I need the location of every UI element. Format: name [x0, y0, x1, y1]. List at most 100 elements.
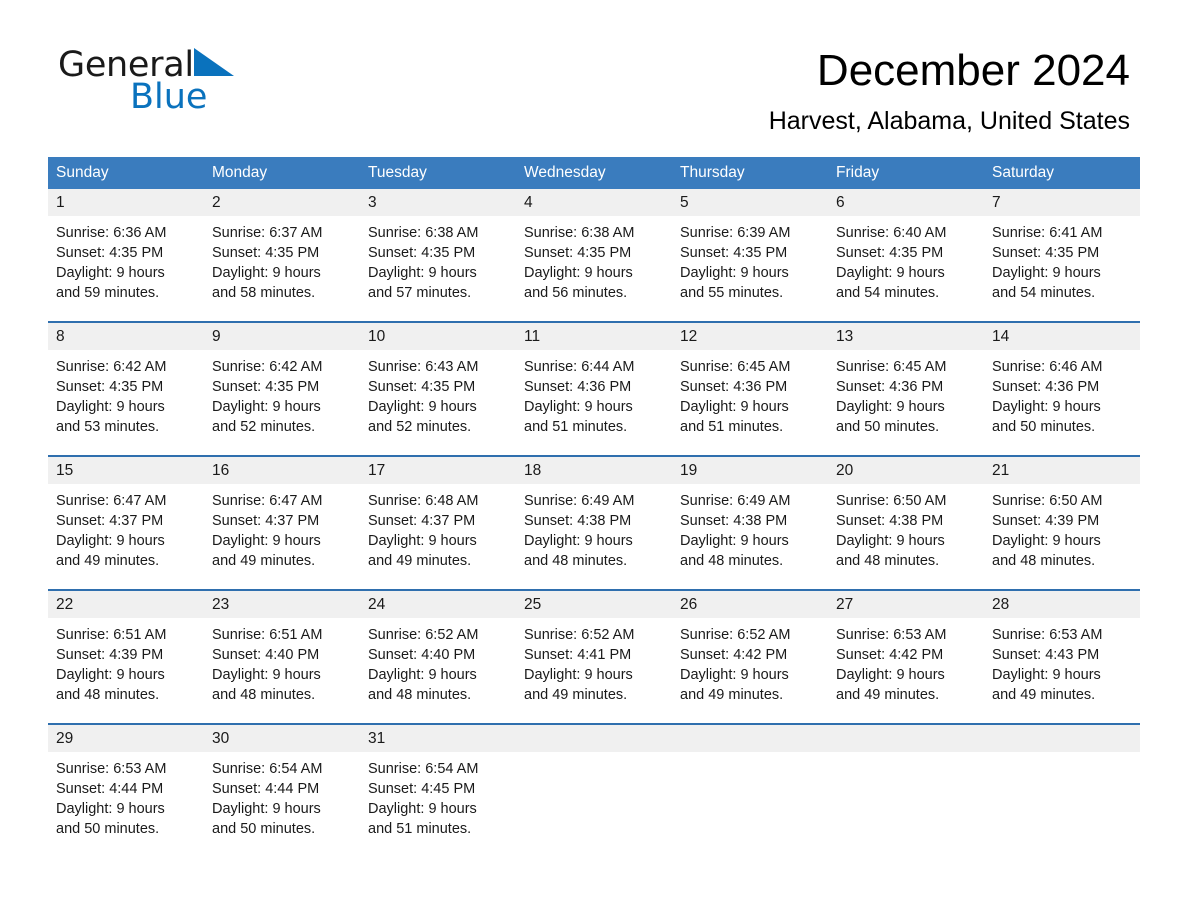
- sunrise-text: Sunrise: 6:49 AM: [524, 493, 635, 509]
- generalblue-logo[interactable]: General Blue: [58, 46, 358, 126]
- day-number: 10: [368, 328, 386, 345]
- day-cell[interactable]: 7 Sunrise: 6:41 AM Sunset: 4:35 PM Daylight…: [984, 189, 1140, 312]
- day-cell[interactable]: 24 Sunrise: 6:52 AM Sunset: 4:40 PM Dayligh…: [360, 591, 516, 714]
- daylight-text-line2: and 52 minutes.: [212, 419, 316, 435]
- day-number-band: 3: [360, 189, 516, 216]
- day-number: 13: [836, 328, 854, 345]
- daylight-text-line1: Daylight: 9 hours: [836, 265, 945, 281]
- day-number-band: 17: [360, 457, 516, 484]
- day-cell[interactable]: 20 Sunrise: 6:50 AM Sunset: 4:38 PM Dayligh…: [828, 457, 984, 580]
- day-details: Sunrise: 6:36 AM Sunset: 4:35 PM Daylight:…: [48, 216, 204, 312]
- sunrise-text: Sunrise: 6:39 AM: [680, 225, 791, 241]
- day-cell[interactable]: 16 Sunrise: 6:47 AM Sunset: 4:37 PM Dayligh…: [204, 457, 360, 580]
- day-number: 28: [992, 596, 1010, 613]
- day-number: 24: [368, 596, 386, 613]
- day-cell-empty: [984, 725, 1140, 848]
- sunset-text: Sunset: 4:35 PM: [56, 245, 164, 261]
- day-number: 26: [680, 596, 698, 613]
- day-cell[interactable]: 14 Sunrise: 6:46 AM Sunset: 4:36 PM Dayligh…: [984, 323, 1140, 446]
- day-cell[interactable]: 19 Sunrise: 6:49 AM Sunset: 4:38 PM Dayligh…: [672, 457, 828, 580]
- daylight-text-line2: and 52 minutes.: [368, 419, 472, 435]
- day-number: 7: [992, 194, 1001, 211]
- day-number: 1: [56, 194, 65, 211]
- sunrise-text: Sunrise: 6:51 AM: [56, 627, 167, 643]
- day-cell[interactable]: 13 Sunrise: 6:45 AM Sunset: 4:36 PM Dayligh…: [828, 323, 984, 446]
- sunset-text: Sunset: 4:37 PM: [212, 513, 320, 529]
- weekday-header-friday: Friday: [836, 164, 880, 181]
- calendar-grid: Sunday Monday Tuesday Wednesday Thursday Frid…: [48, 157, 1140, 848]
- calendar-page: General Blue December 2024 Harvest, Alab…: [0, 0, 1188, 918]
- daylight-text-line2: and 48 minutes.: [212, 687, 316, 703]
- day-cell[interactable]: 15 Sunrise: 6:47 AM Sunset: 4:37 PM Dayligh…: [48, 457, 204, 580]
- day-number-band: 9: [204, 323, 360, 350]
- day-cell[interactable]: 31 Sunrise: 6:54 AM Sunset: 4:45 PM Dayligh…: [360, 725, 516, 848]
- day-cell[interactable]: 2 Sunrise: 6:37 AM Sunset: 4:35 PM Daylight…: [204, 189, 360, 312]
- sunset-text: Sunset: 4:35 PM: [992, 245, 1100, 261]
- day-cell[interactable]: 17 Sunrise: 6:48 AM Sunset: 4:37 PM Dayligh…: [360, 457, 516, 580]
- day-cell[interactable]: 12 Sunrise: 6:45 AM Sunset: 4:36 PM Dayligh…: [672, 323, 828, 446]
- day-cell[interactable]: 29 Sunrise: 6:53 AM Sunset: 4:44 PM Dayligh…: [48, 725, 204, 848]
- day-number: 2: [212, 194, 221, 211]
- day-cell[interactable]: 1 Sunrise: 6:36 AM Sunset: 4:35 PM Daylight…: [48, 189, 204, 312]
- daylight-text-line1: Daylight: 9 hours: [992, 533, 1101, 549]
- day-details: Sunrise: 6:42 AM Sunset: 4:35 PM Daylight:…: [204, 350, 360, 446]
- daylight-text-line2: and 49 minutes.: [992, 687, 1096, 703]
- day-cell[interactable]: 22 Sunrise: 6:51 AM Sunset: 4:39 PM Dayligh…: [48, 591, 204, 714]
- day-details: Sunrise: 6:45 AM Sunset: 4:36 PM Daylight:…: [828, 350, 984, 446]
- calendar-week-row: 22 Sunrise: 6:51 AM Sunset: 4:39 PM Dayligh…: [48, 589, 1140, 714]
- sunset-text: Sunset: 4:41 PM: [524, 647, 632, 663]
- day-cell[interactable]: 23 Sunrise: 6:51 AM Sunset: 4:40 PM Dayligh…: [204, 591, 360, 714]
- sunset-text: Sunset: 4:44 PM: [212, 781, 320, 797]
- day-cell[interactable]: 27 Sunrise: 6:53 AM Sunset: 4:42 PM Dayligh…: [828, 591, 984, 714]
- calendar-week-row: 1 Sunrise: 6:36 AM Sunset: 4:35 PM Daylight…: [48, 189, 1140, 312]
- day-cell[interactable]: 5 Sunrise: 6:39 AM Sunset: 4:35 PM Daylight…: [672, 189, 828, 312]
- day-number: 3: [368, 194, 377, 211]
- day-cell[interactable]: 11 Sunrise: 6:44 AM Sunset: 4:36 PM Dayligh…: [516, 323, 672, 446]
- day-number-band: 22: [48, 591, 204, 618]
- calendar-week-row: 15 Sunrise: 6:47 AM Sunset: 4:37 PM Dayligh…: [48, 455, 1140, 580]
- day-cell[interactable]: 26 Sunrise: 6:52 AM Sunset: 4:42 PM Dayligh…: [672, 591, 828, 714]
- day-cell[interactable]: 30 Sunrise: 6:54 AM Sunset: 4:44 PM Dayligh…: [204, 725, 360, 848]
- daylight-text-line1: Daylight: 9 hours: [212, 265, 321, 281]
- daylight-text-line2: and 49 minutes.: [56, 553, 160, 569]
- sunrise-text: Sunrise: 6:46 AM: [992, 359, 1103, 375]
- sunrise-text: Sunrise: 6:43 AM: [368, 359, 479, 375]
- daylight-text-line1: Daylight: 9 hours: [368, 667, 477, 683]
- day-cell[interactable]: 4 Sunrise: 6:38 AM Sunset: 4:35 PM Daylight…: [516, 189, 672, 312]
- daylight-text-line1: Daylight: 9 hours: [992, 399, 1101, 415]
- day-cell[interactable]: 3 Sunrise: 6:38 AM Sunset: 4:35 PM Daylight…: [360, 189, 516, 312]
- daylight-text-line2: and 51 minutes.: [368, 821, 472, 837]
- sunrise-text: Sunrise: 6:53 AM: [56, 761, 167, 777]
- day-number: 21: [992, 462, 1010, 479]
- day-cell[interactable]: 25 Sunrise: 6:52 AM Sunset: 4:41 PM Dayligh…: [516, 591, 672, 714]
- daylight-text-line2: and 54 minutes.: [992, 285, 1096, 301]
- daylight-text-line1: Daylight: 9 hours: [212, 801, 321, 817]
- page-title: December 2024: [816, 46, 1130, 95]
- day-number: 20: [836, 462, 854, 479]
- day-details: Sunrise: 6:47 AM Sunset: 4:37 PM Daylight:…: [48, 484, 204, 580]
- day-cell[interactable]: 18 Sunrise: 6:49 AM Sunset: 4:38 PM Dayligh…: [516, 457, 672, 580]
- daylight-text-line2: and 48 minutes.: [992, 553, 1096, 569]
- day-details: Sunrise: 6:46 AM Sunset: 4:36 PM Daylight:…: [984, 350, 1140, 446]
- day-cell[interactable]: 10 Sunrise: 6:43 AM Sunset: 4:35 PM Dayligh…: [360, 323, 516, 446]
- daylight-text-line2: and 59 minutes.: [56, 285, 160, 301]
- sunrise-text: Sunrise: 6:41 AM: [992, 225, 1103, 241]
- day-cell[interactable]: 9 Sunrise: 6:42 AM Sunset: 4:35 PM Daylight…: [204, 323, 360, 446]
- day-cell[interactable]: 28 Sunrise: 6:53 AM Sunset: 4:43 PM Dayligh…: [984, 591, 1140, 714]
- sunset-text: Sunset: 4:37 PM: [56, 513, 164, 529]
- day-details: Sunrise: 6:48 AM Sunset: 4:37 PM Daylight:…: [360, 484, 516, 580]
- sunset-text: Sunset: 4:35 PM: [56, 379, 164, 395]
- sunrise-text: Sunrise: 6:47 AM: [212, 493, 323, 509]
- day-cell[interactable]: 21 Sunrise: 6:50 AM Sunset: 4:39 PM Dayligh…: [984, 457, 1140, 580]
- daylight-text-line1: Daylight: 9 hours: [56, 801, 165, 817]
- day-cell-empty: [516, 725, 672, 848]
- sunset-text: Sunset: 4:44 PM: [56, 781, 164, 797]
- logo-text-blue: Blue: [130, 77, 208, 117]
- daylight-text-line2: and 48 minutes.: [368, 687, 472, 703]
- sunrise-text: Sunrise: 6:38 AM: [368, 225, 479, 241]
- day-cell[interactable]: 8 Sunrise: 6:42 AM Sunset: 4:35 PM Daylight…: [48, 323, 204, 446]
- day-cell[interactable]: 6 Sunrise: 6:40 AM Sunset: 4:35 PM Daylight…: [828, 189, 984, 312]
- sunset-text: Sunset: 4:36 PM: [836, 379, 944, 395]
- weekday-header-thursday: Thursday: [680, 164, 745, 181]
- sunrise-text: Sunrise: 6:47 AM: [56, 493, 167, 509]
